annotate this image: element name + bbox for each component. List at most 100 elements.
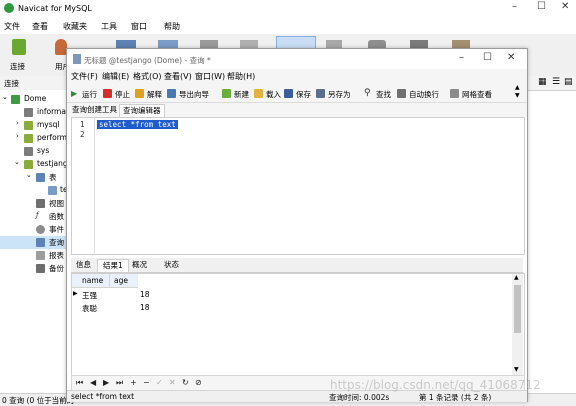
explain-icon: [135, 89, 144, 98]
new-icon: [222, 89, 231, 98]
detail-icon[interactable]: ▤: [564, 77, 573, 87]
column-header-age[interactable]: age: [114, 276, 128, 285]
qmenu-window[interactable]: 窗口(W): [195, 71, 225, 82]
stop-refresh-icon[interactable]: ⊘: [195, 378, 202, 387]
qmenu-format[interactable]: 格式(O): [133, 71, 162, 82]
tree-label-object: 备份: [49, 264, 64, 273]
qmenu-help[interactable]: 帮助(H): [227, 71, 255, 82]
expand-down-icon[interactable]: ⌄: [14, 158, 20, 166]
tree-label-object: 报表: [49, 251, 64, 260]
qmenu-edit[interactable]: 编辑(E): [102, 71, 129, 82]
tab-query-builder[interactable]: 查询创建工具: [69, 104, 120, 116]
event-icon: [36, 225, 45, 234]
query-toolbar: ▶ 运行 停止 解释 导出向导 新建 载入 保存 另存为 ⚲ 查找 自动换行 网…: [67, 84, 527, 103]
menu-file[interactable]: 文件: [4, 21, 20, 32]
column-header-name[interactable]: name: [82, 276, 103, 285]
query-window-title-bar: 无标题 @testjango (Dome) - 查询 * – ☐ ✕: [67, 49, 527, 69]
scroll-up-icon[interactable]: ▲: [514, 274, 519, 281]
expand-right-icon[interactable]: ›: [16, 132, 19, 140]
tree-label-db: mysql: [37, 120, 60, 129]
wrap-label: 自动换行: [409, 90, 439, 99]
query-close-icon[interactable]: ✕: [507, 52, 515, 63]
run-icon: ▶: [71, 89, 78, 98]
tree-label-dome: Dome: [24, 94, 47, 103]
backup-icon: [36, 264, 45, 273]
delete-record-icon[interactable]: −: [143, 378, 150, 387]
column-divider: [109, 274, 110, 287]
database-icon: [24, 134, 33, 143]
expand-down-icon[interactable]: ⌄: [26, 171, 32, 179]
stop-icon: [103, 89, 112, 98]
expand-down-icon[interactable]: ⌄: [2, 93, 8, 101]
refresh-icon[interactable]: ↻: [182, 378, 189, 387]
grid-label: 网格查看: [462, 90, 492, 99]
query-editor-tabs: 查询创建工具 查询编辑器: [67, 103, 527, 117]
qmenu-view[interactable]: 查看(V): [164, 71, 192, 82]
result-grid: name age ▶ 王强 18 袁聪 18 ▲ ▼: [71, 273, 525, 377]
search-icon: ⚲: [364, 88, 371, 98]
table-icon: [48, 186, 57, 195]
table-row[interactable]: 袁聪 18: [72, 301, 152, 314]
connection-tree: ⌄ Dome information_schema › mysql › perf…: [0, 90, 118, 394]
export-label: 导出向导: [179, 90, 209, 99]
table-cell[interactable]: 王强: [82, 290, 97, 301]
prev-record-icon[interactable]: ◀: [90, 378, 96, 387]
minimize-icon[interactable]: –: [512, 1, 517, 12]
add-record-icon[interactable]: +: [130, 378, 137, 387]
discard-icon[interactable]: ✕: [169, 378, 176, 387]
list-icon[interactable]: ☰: [552, 77, 560, 87]
apply-icon[interactable]: ✓: [156, 378, 163, 387]
connect-label: 连接: [10, 62, 25, 71]
status-query-text: select *from text: [71, 392, 135, 401]
grid-icon[interactable]: ▦: [538, 77, 547, 87]
line-number: 1: [80, 120, 85, 129]
tab-status[interactable]: 状态: [159, 259, 184, 271]
tree-label-object: 表: [49, 173, 57, 182]
tab-overview[interactable]: 概况: [127, 259, 152, 271]
status-record-count: 第 1 条记录 (共 2 条): [419, 393, 492, 402]
menu-view[interactable]: 查看: [32, 21, 48, 32]
main-menu-bar: 文件 查看 收藏夹 工具 窗口 帮助: [0, 18, 576, 34]
toolbar-scroll-down-icon[interactable]: ▼: [515, 92, 520, 99]
sql-text[interactable]: select *from text: [97, 120, 178, 129]
tree-label-object: 事件: [49, 225, 64, 234]
vertical-scrollbar[interactable]: ▲ ▼: [512, 274, 523, 375]
new-label: 新建: [234, 90, 249, 99]
main-title-bar: Navicat for MySQL – ☐ ✕: [0, 0, 576, 18]
result-tabs: 信息 结果1 概况 状态: [71, 258, 523, 273]
menu-favorites[interactable]: 收藏夹: [63, 21, 87, 32]
table-cell[interactable]: 袁聪: [82, 303, 97, 314]
last-record-icon[interactable]: ⏭: [116, 378, 123, 388]
query-minimize-icon[interactable]: –: [459, 52, 464, 63]
query-doc-icon: [73, 54, 81, 64]
next-record-icon[interactable]: ▶: [103, 378, 109, 387]
first-record-icon[interactable]: ⏮: [76, 378, 83, 388]
expand-right-icon[interactable]: ›: [16, 119, 19, 127]
grid-icon: [450, 89, 459, 98]
tab-result1[interactable]: 结果1: [97, 259, 129, 272]
connect-button[interactable]: 连接: [6, 37, 32, 73]
table-row[interactable]: ▶ 王强 18: [72, 288, 152, 301]
tree-item-queries[interactable]: 查询: [0, 236, 71, 249]
save-as-icon: [316, 89, 325, 98]
main-window-title: Navicat for MySQL: [18, 4, 92, 13]
tab-query-editor[interactable]: 查询编辑器: [119, 104, 165, 117]
sql-editor[interactable]: 1 2 select *from text: [71, 117, 525, 255]
menu-tools[interactable]: 工具: [101, 21, 117, 32]
table-cell[interactable]: 18: [140, 303, 150, 312]
table-cell[interactable]: 18: [140, 290, 150, 299]
close-icon[interactable]: ✕: [561, 1, 569, 12]
main-status-text: 0 查询 (0 位于当前的: [2, 396, 75, 405]
qmenu-file[interactable]: 文件(F): [71, 71, 98, 82]
save-icon: [284, 89, 293, 98]
menu-help[interactable]: 帮助: [164, 21, 180, 32]
tree-label-db: sys: [37, 146, 50, 155]
toolbar-scroll-up-icon[interactable]: ▲: [515, 84, 520, 91]
scroll-thumb[interactable]: [514, 285, 521, 333]
menu-window[interactable]: 窗口: [131, 21, 147, 32]
scroll-down-icon[interactable]: ▼: [514, 366, 519, 373]
maximize-icon[interactable]: ☐: [537, 1, 546, 12]
tab-info[interactable]: 信息: [71, 259, 96, 271]
tree-label-object: 查询: [49, 238, 64, 247]
query-maximize-icon[interactable]: ☐: [483, 52, 492, 63]
